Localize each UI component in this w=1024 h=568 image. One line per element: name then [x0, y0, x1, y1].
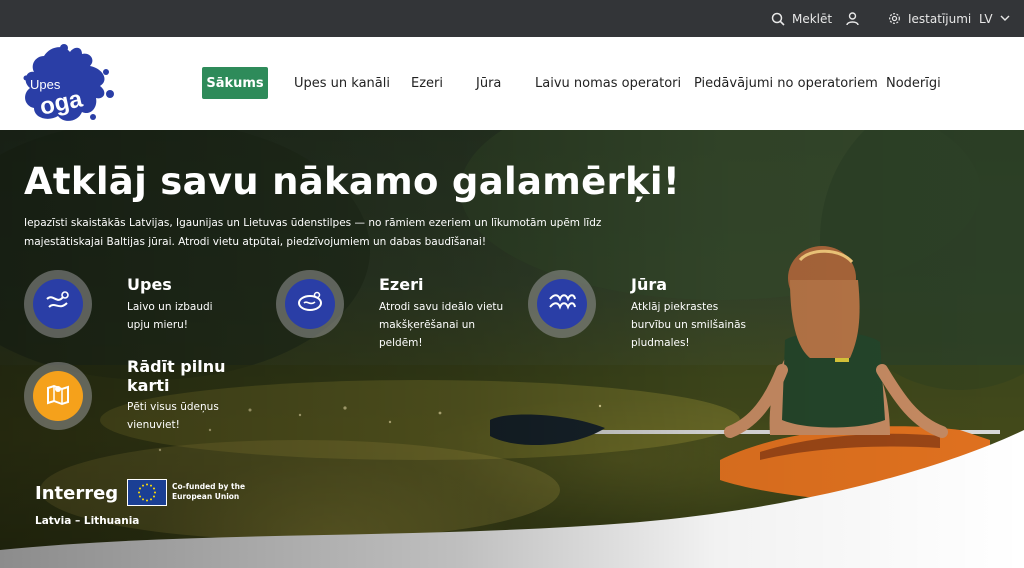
hero-title: Atklāj savu nākamo galamērķi! — [24, 160, 681, 203]
nav-item-jura[interactable]: Jūra — [476, 67, 501, 99]
card-full-map-button[interactable] — [24, 362, 92, 430]
card-upes-description: Laivo un izbaudi upju mieru! — [127, 301, 213, 331]
nav-item-label: Piedāvājumi no operatoriem — [694, 75, 878, 91]
hero-subtitle: Iepazīsti skaistākās Latvijas, Igaunijas… — [24, 217, 602, 248]
card-upes-title[interactable]: Upes — [127, 275, 172, 294]
nav-item-upes-un-kanali[interactable]: Upes un kanāli — [294, 67, 390, 99]
site-logo[interactable]: Upes oga — [20, 42, 114, 124]
search-button[interactable]: Meklēt — [771, 0, 832, 37]
top-utility-bar: Meklēt Iestatījumi LV — [0, 0, 1024, 37]
card-full-map-description: Pēti visus ūdeņus vienuviet! — [127, 401, 219, 431]
settings-button[interactable]: Iestatījumi — [888, 0, 971, 37]
user-icon — [846, 11, 859, 26]
sea-waves-icon — [547, 287, 577, 321]
chevron-down-icon — [1000, 15, 1010, 22]
card-ezeri-button[interactable] — [276, 270, 344, 338]
language-label: LV — [979, 11, 993, 26]
eu-flag-icon — [127, 479, 167, 506]
nav-item-label: Sākums — [206, 75, 264, 91]
nav-item-label: Laivu nomas operatori — [535, 75, 682, 91]
nav-item-label: Upes un kanāli — [294, 75, 390, 91]
nav-item-label: Jūra — [476, 75, 502, 91]
settings-label: Iestatījumi — [908, 11, 972, 26]
card-ezeri-description: Atrodi savu ideālo vietu makšķerēšanai u… — [379, 301, 504, 349]
river-icon — [43, 287, 73, 321]
nav-item-noderigi[interactable]: Noderīgi — [886, 67, 941, 99]
lake-icon — [295, 287, 325, 321]
nav-item-laivu-nomas-operatori[interactable]: Laivu nomas operatori — [535, 67, 681, 99]
card-jura-button[interactable] — [528, 270, 596, 338]
interreg-region: Latvia – Lithuania — [35, 515, 140, 527]
eu-cofunded-text: Co-funded by the European Union — [172, 482, 246, 501]
card-jura-description: Atklāj piekrastes burvību un smilšainās … — [631, 301, 746, 349]
nav-item-label: Noderīgi — [886, 75, 941, 91]
hero-section: Atklāj savu nākamo galamērķi! Iepazīsti … — [0, 130, 1024, 568]
nav-item-ezeri[interactable]: Ezeri — [411, 67, 443, 99]
card-ezeri-title[interactable]: Ezeri — [379, 275, 423, 294]
nav-item-piedavajumi[interactable]: Piedāvājumi no operatoriem — [694, 67, 878, 99]
user-account-button[interactable] — [846, 0, 859, 37]
nav-item-sakums[interactable]: Sākums — [202, 67, 268, 99]
card-upes-button[interactable] — [24, 270, 92, 338]
nav-item-label: Ezeri — [411, 75, 443, 91]
gear-icon — [888, 12, 901, 25]
search-icon — [771, 12, 785, 26]
interreg-logo: Interreg — [35, 483, 119, 504]
search-label: Meklēt — [792, 11, 833, 26]
card-full-map-title[interactable]: Rādīt pilnu karti — [127, 357, 237, 395]
card-jura-title[interactable]: Jūra — [631, 275, 667, 294]
site-header: Upes oga Sākums Upes un kanāli Ezeri Jūr… — [0, 37, 1024, 130]
language-selector[interactable]: LV — [979, 0, 1010, 37]
map-icon — [43, 379, 73, 413]
